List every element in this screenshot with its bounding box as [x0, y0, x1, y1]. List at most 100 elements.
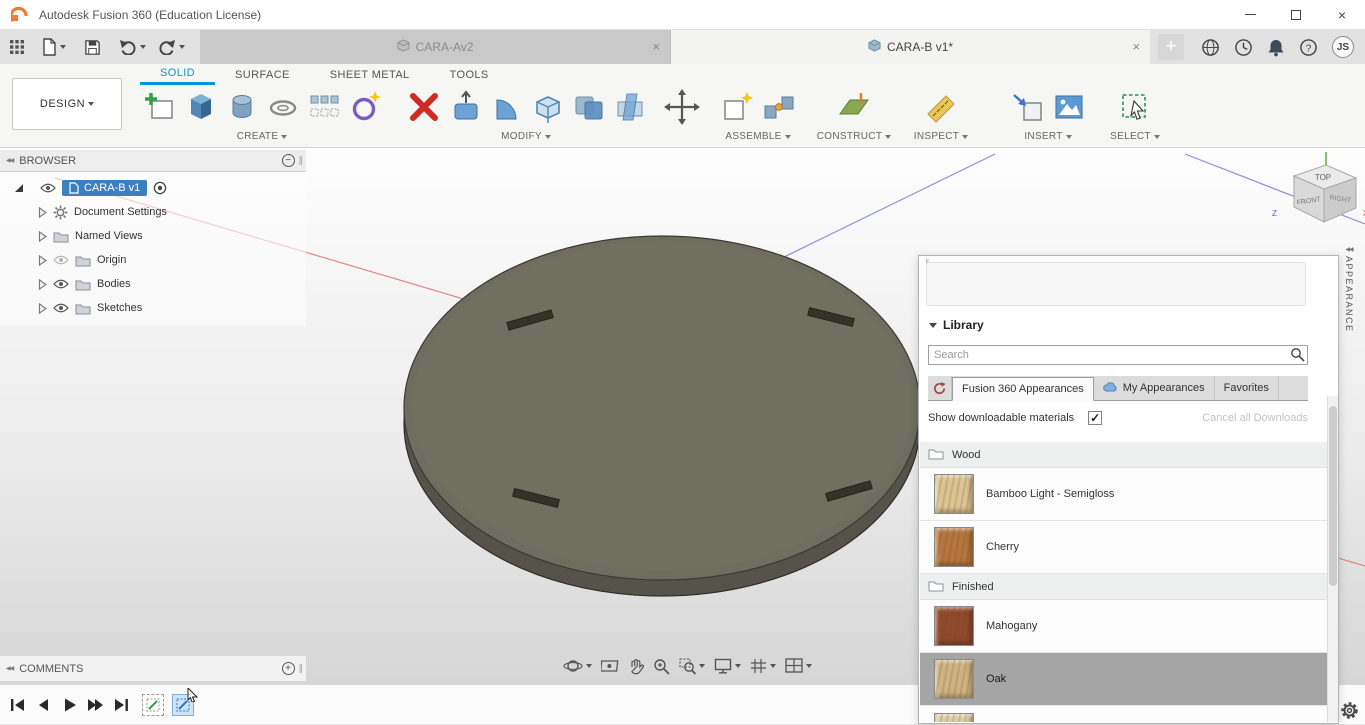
- user-avatar[interactable]: JS: [1329, 34, 1357, 60]
- undo-icon[interactable]: [116, 34, 149, 60]
- tab-tools[interactable]: TOOLS: [430, 64, 509, 85]
- workspace-selector-button[interactable]: DESIGN: [12, 78, 122, 130]
- split-body-icon[interactable]: [613, 90, 647, 124]
- timeline-go-to-start-icon[interactable]: [4, 693, 30, 717]
- material-row-bamboo[interactable]: Bamboo Light - Semigloss: [920, 468, 1328, 521]
- grid-settings-icon[interactable]: [750, 658, 776, 674]
- material-row-oak[interactable]: Oak: [920, 653, 1328, 706]
- preferences-gear-icon[interactable]: [1340, 701, 1359, 725]
- collapse-appearance-icon[interactable]: ◀◀: [1345, 246, 1352, 253]
- revolve-icon[interactable]: [225, 90, 259, 124]
- tree-row-origin[interactable]: Origin: [0, 248, 306, 272]
- maximize-button[interactable]: [1273, 0, 1319, 29]
- material-row-cherry[interactable]: Cherry: [920, 521, 1328, 574]
- viewports-icon[interactable]: [785, 658, 812, 674]
- tree-row-bodies[interactable]: Bodies: [0, 272, 306, 296]
- library-section-header[interactable]: Library: [929, 318, 984, 332]
- activate-component-radio[interactable]: [153, 181, 167, 195]
- tab-close-icon[interactable]: ×: [1132, 39, 1140, 54]
- tree-row-named-views[interactable]: Named Views: [0, 224, 306, 248]
- tab-surface[interactable]: SURFACE: [215, 64, 310, 85]
- panel-grip[interactable]: ∥: [299, 155, 303, 166]
- press-pull-icon[interactable]: [449, 90, 483, 124]
- collapse-comments-icon[interactable]: ◀◀: [6, 665, 13, 672]
- appearance-side-tab[interactable]: ◀◀ APPEARANCE: [1342, 246, 1356, 366]
- close-button[interactable]: ×: [1319, 0, 1365, 29]
- tab-solid[interactable]: SOLID: [140, 64, 215, 85]
- expand-closed-icon[interactable]: [38, 255, 47, 266]
- pan-hand-icon[interactable]: [628, 658, 644, 675]
- canvas-image-icon[interactable]: [1052, 90, 1086, 124]
- timeline-go-to-end-icon[interactable]: [108, 693, 134, 717]
- timeline-sketch-feature-icon[interactable]: [142, 694, 164, 716]
- search-icon[interactable]: [1290, 347, 1305, 367]
- tab-close-icon[interactable]: ×: [652, 39, 660, 54]
- help-icon[interactable]: ?: [1296, 34, 1321, 60]
- look-at-icon[interactable]: [601, 658, 619, 674]
- tab-sheet-metal[interactable]: SHEET METAL: [310, 64, 430, 85]
- doc-tab-cara-b[interactable]: CARA-B v1* ×: [671, 30, 1150, 64]
- expand-closed-icon[interactable]: [38, 303, 47, 314]
- insert-derive-icon[interactable]: [1011, 90, 1045, 124]
- search-input[interactable]: [928, 345, 1308, 365]
- doc-tab-cara-av2[interactable]: CARA-Av2 ×: [200, 30, 671, 64]
- expand-closed-icon[interactable]: [38, 207, 47, 218]
- expand-closed-icon[interactable]: [38, 279, 47, 290]
- view-cube[interactable]: TOP FRONT RIGHT X Z: [1268, 152, 1365, 247]
- redo-icon[interactable]: [155, 34, 188, 60]
- visibility-eye-off-icon[interactable]: [53, 255, 69, 265]
- tree-row-sketches[interactable]: Sketches: [0, 296, 306, 320]
- timeline-step-back-icon[interactable]: [30, 693, 56, 717]
- combine-icon[interactable]: [572, 90, 606, 124]
- delete-icon[interactable]: [406, 90, 442, 124]
- create-form-icon[interactable]: [184, 90, 218, 124]
- joint-icon[interactable]: [762, 90, 796, 124]
- add-comment-icon[interactable]: +: [282, 662, 295, 675]
- material-row-mahogany[interactable]: Mahogany: [920, 600, 1328, 653]
- new-tab-button[interactable]: +: [1158, 34, 1184, 60]
- timeline-step-forward-icon[interactable]: [82, 693, 108, 717]
- app-grid-icon[interactable]: [6, 34, 28, 60]
- create-sketch-icon[interactable]: [143, 90, 177, 124]
- zoom-window-icon[interactable]: [679, 658, 705, 675]
- zoom-icon[interactable]: [653, 658, 670, 675]
- torus-icon[interactable]: [266, 90, 300, 124]
- visibility-eye-icon[interactable]: [40, 183, 56, 193]
- visibility-eye-icon[interactable]: [53, 303, 69, 313]
- file-menu-icon[interactable]: [38, 34, 69, 60]
- collapse-browser-icon[interactable]: ◀◀: [6, 157, 13, 164]
- refresh-icon[interactable]: [928, 376, 952, 400]
- pattern-icon[interactable]: [307, 90, 341, 124]
- tree-row-root[interactable]: CARA-B v1: [0, 176, 306, 200]
- material-row-partial[interactable]: [920, 706, 1328, 722]
- select-icon[interactable]: [1118, 90, 1152, 124]
- move-icon[interactable]: [664, 89, 700, 125]
- collapse-all-icon[interactable]: −: [282, 154, 295, 167]
- measure-icon[interactable]: [924, 90, 958, 124]
- panel-grip[interactable]: ∥: [299, 663, 303, 674]
- category-row-finished[interactable]: Finished: [920, 574, 1328, 600]
- timeline-sketch-feature-selected-icon[interactable]: [172, 694, 194, 716]
- extensions-globe-icon[interactable]: [1198, 34, 1223, 60]
- new-component-icon[interactable]: [721, 90, 755, 124]
- job-status-clock-icon[interactable]: [1231, 34, 1256, 60]
- show-downloadable-checkbox[interactable]: ✓: [1088, 411, 1102, 425]
- save-icon[interactable]: [81, 34, 104, 60]
- scrollbar[interactable]: [1327, 396, 1338, 722]
- comments-bar[interactable]: ◀◀ COMMENTS + ∥: [0, 655, 306, 681]
- fillet-icon[interactable]: [490, 90, 524, 124]
- root-component-selected[interactable]: CARA-B v1: [62, 180, 147, 196]
- minimize-button[interactable]: [1227, 0, 1273, 29]
- tab-fusion-appearances[interactable]: Fusion 360 Appearances: [952, 377, 1094, 401]
- expand-open-icon[interactable]: [14, 183, 24, 193]
- scrollbar-thumb[interactable]: [1329, 406, 1337, 586]
- tree-row-document-settings[interactable]: Document Settings: [0, 200, 306, 224]
- timeline-play-icon[interactable]: [56, 693, 82, 717]
- category-row-wood[interactable]: Wood: [920, 442, 1328, 468]
- display-settings-icon[interactable]: [714, 658, 741, 674]
- tab-my-appearances[interactable]: My Appearances: [1094, 376, 1215, 400]
- expand-closed-icon[interactable]: [38, 231, 47, 242]
- notifications-bell-icon[interactable]: [1264, 34, 1288, 60]
- visibility-eye-icon[interactable]: [53, 279, 69, 289]
- tab-favorites[interactable]: Favorites: [1215, 376, 1279, 400]
